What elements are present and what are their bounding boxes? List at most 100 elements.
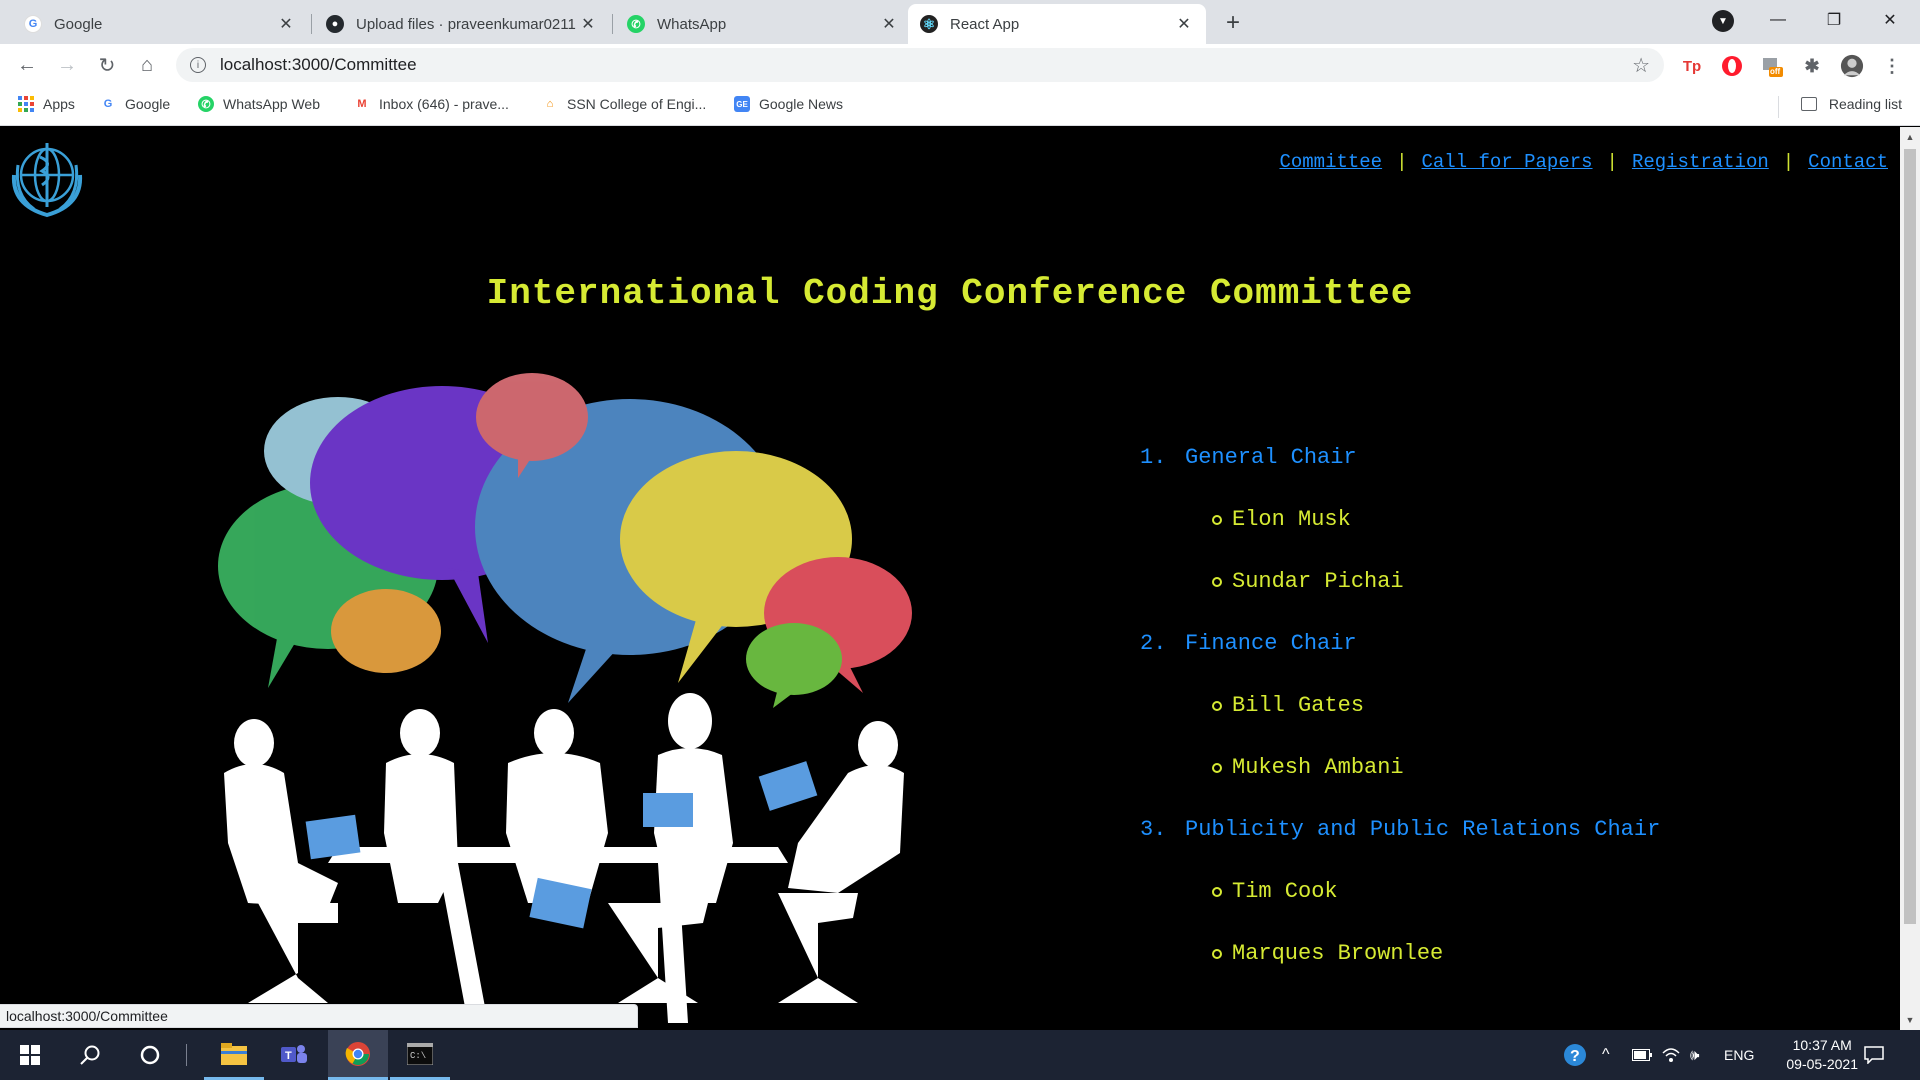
notification-icon[interactable] <box>1864 1030 1884 1080</box>
tab-title: WhatsApp <box>657 15 727 33</box>
top-navigation: Committee | Call for Papers | Registration | C… <box>1279 151 1888 173</box>
close-tab-icon[interactable]: ✕ <box>276 14 296 34</box>
tp-extension-icon[interactable]: Tp <box>1680 54 1704 78</box>
react-icon: ⚛ <box>920 15 938 33</box>
search-icon[interactable] <box>60 1030 120 1080</box>
menu-kebab-icon[interactable]: ⋮ <box>1880 54 1904 78</box>
bookmark-star-icon[interactable]: ☆ <box>1632 53 1650 78</box>
committee-member: Bill Gates <box>1140 675 1660 737</box>
bookmark-gmail-inbox[interactable]: M Inbox (646) - prave... <box>354 96 509 112</box>
bookmark-label: Apps <box>43 96 75 112</box>
chevron-up-icon[interactable]: ^ <box>1602 1030 1610 1080</box>
scrollbar-thumb[interactable] <box>1904 149 1916 924</box>
reading-list-icon <box>1800 97 1817 111</box>
volume-icon[interactable]: 🕪 <box>1690 1030 1699 1080</box>
teams-icon[interactable]: T <box>264 1030 324 1080</box>
bookmark-google[interactable]: G Google <box>100 96 170 112</box>
bookmark-google-news[interactable]: GE Google News <box>734 96 843 112</box>
globe-emblem-logo <box>11 143 83 218</box>
bookmark-whatsapp-web[interactable]: ✆ WhatsApp Web <box>198 96 320 112</box>
clock-date: 09-05-2021 <box>1786 1056 1858 1072</box>
help-icon[interactable]: ? <box>1562 1030 1588 1080</box>
member-name: Tim Cook <box>1232 879 1338 904</box>
scroll-down-arrow-icon[interactable]: ▼ <box>1900 1010 1920 1030</box>
committee-member: Sundar Pichai <box>1140 551 1660 613</box>
circle-bullet-icon <box>1212 577 1222 587</box>
browser-toolbar: ← → ↻ ⌂ i localhost:3000/Committee ☆ Tp … <box>0 44 1920 86</box>
battery-icon[interactable] <box>1632 1030 1652 1080</box>
circle-bullet-icon <box>1212 763 1222 773</box>
tab-divider <box>311 14 312 34</box>
restore-button[interactable]: ❐ <box>1806 0 1862 40</box>
ssn-icon: ⌂ <box>546 98 554 110</box>
google-icon: G <box>103 98 113 110</box>
close-tab-icon[interactable]: ✕ <box>578 14 598 34</box>
apps-grid-icon <box>18 96 34 112</box>
windows-taskbar: T C:\ ? ^ 🕪 ENG 10:37 AM 09-05-2021 <box>0 1030 1920 1080</box>
bookmark-ssn-college[interactable]: ⌂ SSN College of Engi... <box>542 96 707 112</box>
chair-title: General Chair <box>1185 445 1357 470</box>
tab-search-icon[interactable]: ▼ <box>1712 10 1734 32</box>
tab-react-app[interactable]: ⚛ React App ✕ <box>908 4 1206 44</box>
site-info-icon[interactable]: i <box>190 57 206 73</box>
forward-icon[interactable]: → <box>52 50 82 80</box>
scroll-up-arrow-icon[interactable]: ▲ <box>1900 127 1920 147</box>
member-name: Elon Musk <box>1232 507 1351 532</box>
committee-member: Marques Brownlee <box>1140 923 1660 985</box>
reading-list-button[interactable]: Reading list <box>1800 96 1902 112</box>
bookmark-label: Google News <box>759 96 844 112</box>
nav-separator: | <box>1782 151 1795 173</box>
reading-list-label: Reading list <box>1828 96 1902 112</box>
close-tab-icon[interactable]: ✕ <box>1174 14 1194 34</box>
language-indicator[interactable]: ENG <box>1724 1030 1754 1080</box>
opera-extension-icon[interactable] <box>1720 54 1744 78</box>
home-icon[interactable]: ⌂ <box>132 50 162 80</box>
avatar[interactable] <box>1840 54 1864 78</box>
page-scrollbar[interactable]: ▲ ▼ <box>1900 127 1920 1030</box>
taskbar-clock[interactable]: 10:37 AM 09-05-2021 <box>1786 1036 1858 1074</box>
chair-number: 1. <box>1140 445 1167 470</box>
back-icon[interactable]: ← <box>12 50 42 80</box>
bookmark-label: Google <box>125 96 171 112</box>
tab-divider <box>612 14 613 34</box>
chair-heading: 3. Publicity and Public Relations Chair <box>1140 799 1660 861</box>
circle-bullet-icon <box>1212 701 1222 711</box>
nav-link-contact[interactable]: Contact <box>1808 151 1888 173</box>
tab-github[interactable]: ● Upload files · praveenkumar0211 ✕ <box>314 4 610 44</box>
tab-title: Upload files · praveenkumar0211 <box>356 15 576 33</box>
committee-list: 1. General Chair Elon Musk Sundar Pichai… <box>1140 427 1660 985</box>
nav-separator: | <box>1396 151 1408 173</box>
meeting-illustration <box>218 373 912 1023</box>
nav-link-registration[interactable]: Registration <box>1632 151 1769 173</box>
extensions-puzzle-icon[interactable]: ✱ <box>1800 54 1824 78</box>
minimize-button[interactable]: — <box>1750 0 1806 40</box>
tab-strip: G Google ✕ ● Upload files · praveenkumar… <box>0 0 1920 44</box>
terminal-icon[interactable]: C:\ <box>390 1030 450 1080</box>
bookmarks-divider <box>1778 96 1779 118</box>
bookmark-apps[interactable]: Apps <box>18 96 75 112</box>
reload-icon[interactable]: ↻ <box>92 50 122 80</box>
nav-separator: | <box>1606 151 1618 173</box>
svg-text:C:\: C:\ <box>410 1051 426 1061</box>
committee-member: Tim Cook <box>1140 861 1660 923</box>
url-text: localhost:3000/Committee <box>220 55 417 74</box>
tab-whatsapp[interactable]: ✆ WhatsApp ✕ <box>615 4 911 44</box>
google-icon: G <box>24 15 42 33</box>
chrome-taskbar-icon[interactable] <box>328 1030 388 1080</box>
close-tab-icon[interactable]: ✕ <box>879 14 899 34</box>
windows-start-icon[interactable] <box>0 1030 60 1080</box>
bookmark-label: Inbox (646) - prave... <box>379 96 509 112</box>
coupon-extension-icon[interactable]: off <box>1760 54 1784 78</box>
member-name: Sundar Pichai <box>1232 569 1404 594</box>
tab-google[interactable]: G Google ✕ <box>12 4 308 44</box>
wifi-icon[interactable] <box>1662 1030 1680 1080</box>
file-explorer-icon[interactable] <box>204 1030 264 1080</box>
chair-number: 3. <box>1140 817 1167 842</box>
nav-link-call-for-papers[interactable]: Call for Papers <box>1422 151 1593 173</box>
address-bar[interactable]: i localhost:3000/Committee ☆ <box>176 48 1664 82</box>
nav-link-committee[interactable]: Committee <box>1279 151 1382 173</box>
new-tab-button[interactable]: + <box>1218 8 1248 38</box>
bookmark-label: SSN College of Engi... <box>567 96 707 112</box>
cortana-icon[interactable] <box>120 1030 180 1080</box>
close-window-button[interactable]: ✕ <box>1862 0 1918 40</box>
